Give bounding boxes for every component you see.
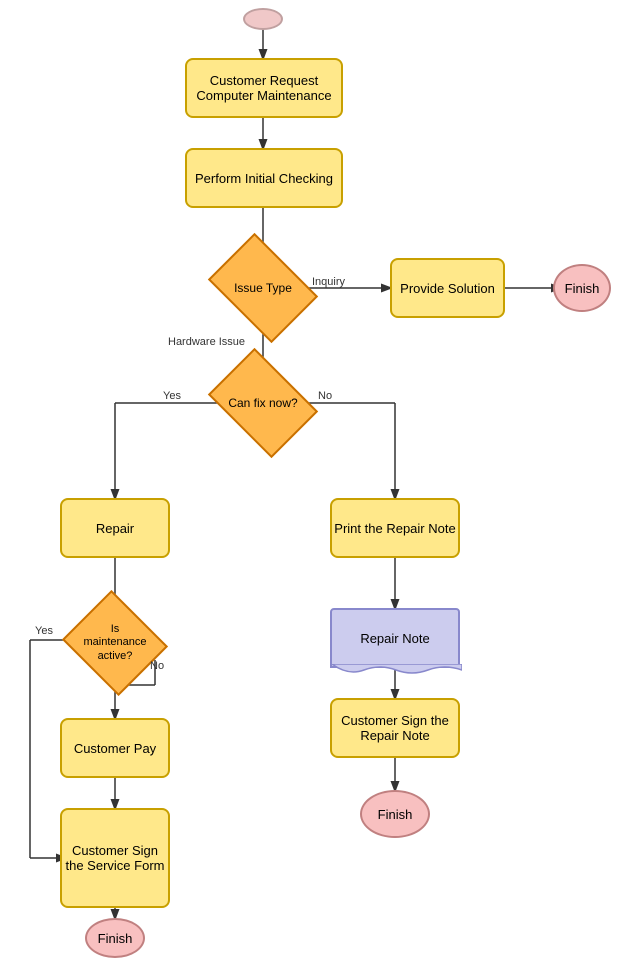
customer-pay-node: Customer Pay — [60, 718, 170, 778]
finish-inquiry-node: Finish — [553, 264, 611, 312]
is-maintenance-label: Is maintenance active? — [84, 623, 147, 663]
customer-sign-service-node: Customer Sign the Service Form — [60, 808, 170, 908]
can-fix-node: Can fix now? — [218, 370, 308, 436]
issue-type-node: Issue Type — [218, 255, 308, 321]
hardware-label: Hardware Issue — [168, 336, 245, 348]
finish-inquiry-label: Finish — [565, 281, 600, 296]
repair-label: Repair — [96, 521, 134, 536]
customer-sign-repair-label: Customer Sign the Repair Note — [332, 713, 458, 743]
start-node — [243, 8, 283, 30]
yes-fix-label: Yes — [163, 390, 181, 402]
flowchart-diagram: Customer Request Computer Maintenance Pe… — [0, 0, 636, 950]
customer-pay-label: Customer Pay — [74, 741, 156, 756]
repair-note-doc-node: Repair Note — [330, 608, 460, 668]
finish-right-node: Finish — [360, 790, 430, 838]
repair-note-doc-label: Repair Note — [360, 631, 429, 646]
customer-request-label: Customer Request Computer Maintenance — [196, 73, 331, 103]
inquiry-label: Inquiry — [312, 276, 345, 288]
customer-sign-repair-node: Customer Sign the Repair Note — [330, 698, 460, 758]
repair-node: Repair — [60, 498, 170, 558]
customer-sign-service-label: Customer Sign the Service Form — [62, 843, 168, 873]
finish-left-label: Finish — [98, 931, 133, 946]
yes-maint-label: Yes — [35, 625, 53, 637]
print-repair-note-node: Print the Repair Note — [330, 498, 460, 558]
is-maintenance-node: Is maintenance active? — [75, 608, 155, 678]
print-repair-note-label: Print the Repair Note — [334, 521, 455, 536]
initial-checking-label: Perform Initial Checking — [195, 171, 333, 186]
finish-left-node: Finish — [85, 918, 145, 958]
provide-solution-node: Provide Solution — [390, 258, 505, 318]
can-fix-label: Can fix now? — [228, 396, 297, 410]
initial-checking-node: Perform Initial Checking — [185, 148, 343, 208]
finish-right-label: Finish — [378, 807, 413, 822]
no-fix-label: No — [318, 390, 332, 402]
issue-type-label: Issue Type — [234, 281, 292, 295]
provide-solution-label: Provide Solution — [400, 281, 495, 296]
customer-request-node: Customer Request Computer Maintenance — [185, 58, 343, 118]
